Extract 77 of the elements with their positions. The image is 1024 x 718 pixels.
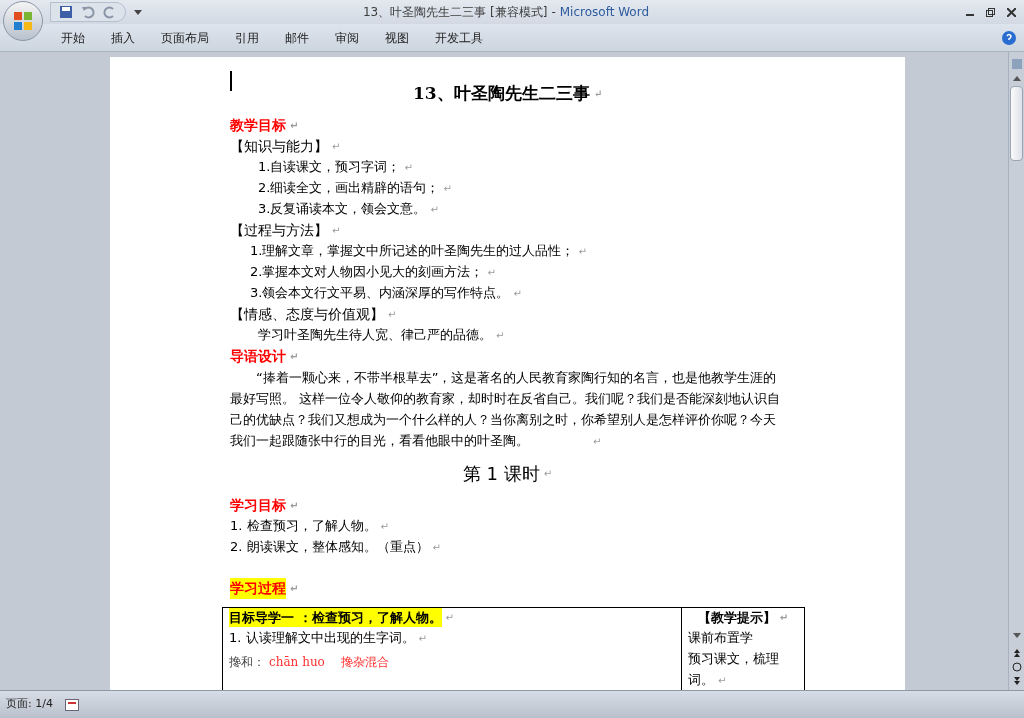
paragraph-mark: ↵ (332, 139, 341, 154)
scroll-up-icon[interactable] (1011, 74, 1022, 82)
ribbon-tab[interactable]: 审阅 (322, 24, 372, 51)
paragraph-mark: ↵ (404, 160, 413, 175)
scroll-down-icon[interactable] (1011, 632, 1022, 640)
paragraph-mark: ↵ (445, 611, 454, 625)
next-page-icon[interactable] (1011, 676, 1022, 686)
ribbon-tab[interactable]: 开始 (48, 24, 98, 51)
ribbon-tab[interactable]: 开发工具 (422, 24, 496, 51)
text-line: 【知识与能力】 (230, 136, 328, 156)
text-cursor (230, 71, 232, 91)
paragraph-mark: ↵ (332, 223, 341, 238)
document-name: 13、叶圣陶先生二三事 [兼容模式] (362, 4, 548, 21)
paragraph-mark: ↵ (290, 118, 299, 133)
paragraph-mark: ↵ (779, 611, 789, 625)
paragraph-mark: ↵ (443, 181, 452, 196)
ribbon-tab[interactable]: 页面布局 (148, 24, 222, 51)
text-line: 1.自读课文，预习字词； (258, 158, 401, 177)
previous-page-icon[interactable] (1011, 648, 1022, 658)
text-line: 【过程与方法】 (230, 220, 328, 240)
paragraph-mark: ↵ (496, 328, 505, 343)
paragraph-mark: ↵ (718, 673, 727, 688)
paragraph-mark: ↵ (290, 349, 299, 364)
document-title: 13、叶圣陶先生二三事 (412, 82, 590, 105)
text-line: 预习课文，梳理 (688, 650, 779, 669)
text-line: 学习叶圣陶先生待人宽、律己严的品德。 (258, 326, 492, 345)
customize-toolbar-icon[interactable] (134, 8, 142, 16)
text-line: 课前布置学 (688, 629, 753, 648)
paragraph-mark: ↵ (543, 466, 553, 481)
title-separator: - (551, 4, 556, 21)
text-line: 1.理解文章，掌握文中所记述的叶圣陶先生的过人品性； (250, 242, 575, 261)
text-line: 词。 (688, 671, 714, 690)
ribbon-tab[interactable]: 插入 (98, 24, 148, 51)
paragraph-mark: ↵ (418, 631, 427, 646)
table-heading: 目标导学一 ：检查预习，了解人物。 (229, 607, 442, 628)
text-line: 1. 检查预习，了解人物。 (230, 517, 377, 536)
paragraph-mark: ↵ (290, 498, 299, 513)
paragraph: “捧着一颗心来，不带半根草去”，这是著名的人民教育家陶行知的名言，也是他教学生涯的最好写照。 这样一位令人敬仰的教育家，却时时在反省自己。我们呢？我们是否能深刻地认识自己的优缺点？我们又想成为一个什么样的人？当你离别之时，你希望别人是怎样评价你呢？今天我们一起跟随张中行的目光，看看他眼中的叶圣陶。 ↵ (230, 368, 782, 450)
section-heading: 教学目标 (230, 115, 286, 135)
gloss-term: 搀和： (229, 653, 265, 671)
text-line: 3.领会本文行文平易、内涵深厚的写作特点。 (250, 284, 510, 303)
section-heading: 学习目标 (230, 495, 286, 515)
proofing-icon[interactable] (64, 698, 79, 711)
paragraph-mark: ↵ (578, 244, 587, 259)
scrollbar-thumb[interactable] (1010, 86, 1023, 161)
ribbon-tab[interactable]: 邮件 (272, 24, 322, 51)
gloss-meaning: 搀杂混合 (340, 653, 389, 671)
text-line: 2. 朗读课文，整体感知。（重点） (230, 538, 429, 557)
text-line: 3.反复诵读本文，领会文意。 (258, 200, 427, 219)
section-heading: 学习过程 (230, 577, 286, 599)
browse-object-icon[interactable] (1011, 662, 1022, 672)
close-icon[interactable] (1007, 7, 1016, 17)
app-name: Microsoft Word (559, 4, 650, 21)
office-button[interactable] (3, 1, 43, 41)
paragraph-mark: ↵ (388, 307, 397, 322)
paragraph-mark: ↵ (290, 581, 299, 596)
paragraph-mark: ↵ (432, 540, 441, 555)
text-line: 2.掌握本文对人物因小见大的刻画方法； (250, 263, 484, 282)
paragraph-mark: ↵ (380, 519, 389, 534)
table-heading: 【教学提示】 (697, 608, 776, 627)
office-logo-icon (12, 10, 34, 32)
paragraph-mark: ↵ (593, 87, 603, 102)
text-line: 2.细读全文，画出精辟的语句； (258, 179, 440, 198)
paragraph-mark: ↵ (513, 286, 522, 301)
section-heading: 导语设计 (230, 346, 286, 366)
restore-icon[interactable] (986, 7, 995, 17)
paragraph-mark: ↵ (487, 265, 496, 280)
help-icon[interactable] (1002, 30, 1016, 45)
text-line: 【情感、态度与价值观】 (230, 304, 384, 324)
text-line: 1. 认读理解文中出现的生字词。 (229, 629, 415, 648)
save-icon[interactable] (59, 5, 73, 19)
paragraph-mark: ↵ (430, 202, 439, 217)
page-indicator[interactable]: 页面: 1/4 (6, 696, 53, 713)
ribbon-tab[interactable]: 引用 (222, 24, 272, 51)
ribbon-tab[interactable]: 视图 (372, 24, 422, 51)
pinyin: chān huo (269, 653, 325, 671)
lesson-heading: 第 1 课时 (462, 461, 540, 486)
